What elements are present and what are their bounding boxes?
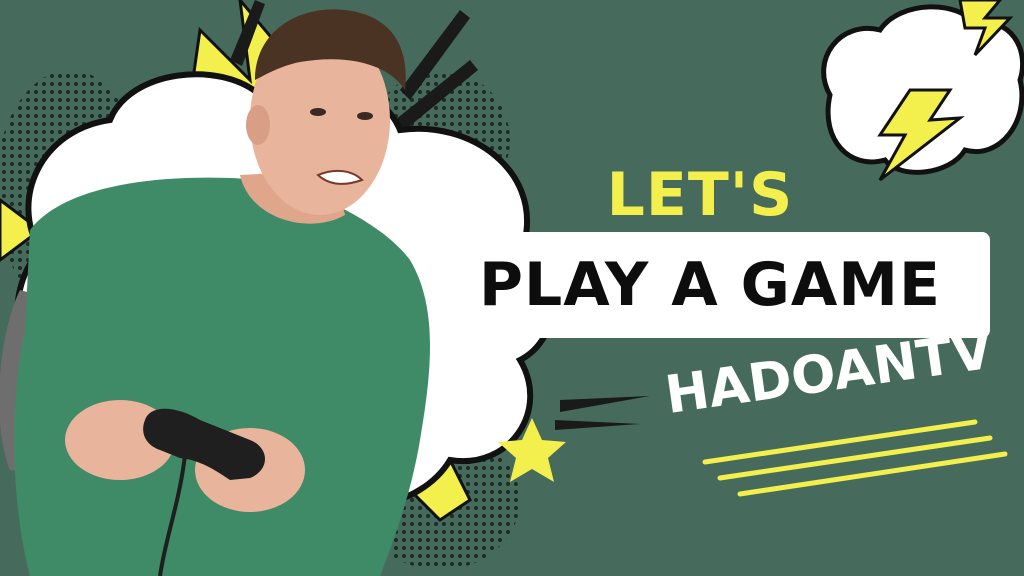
underline-strokes <box>702 419 1008 497</box>
headline-main: PLAY A GAME <box>479 250 941 320</box>
lets-text: LET'S <box>606 160 794 230</box>
storm-cloud-icon <box>821 0 1024 182</box>
